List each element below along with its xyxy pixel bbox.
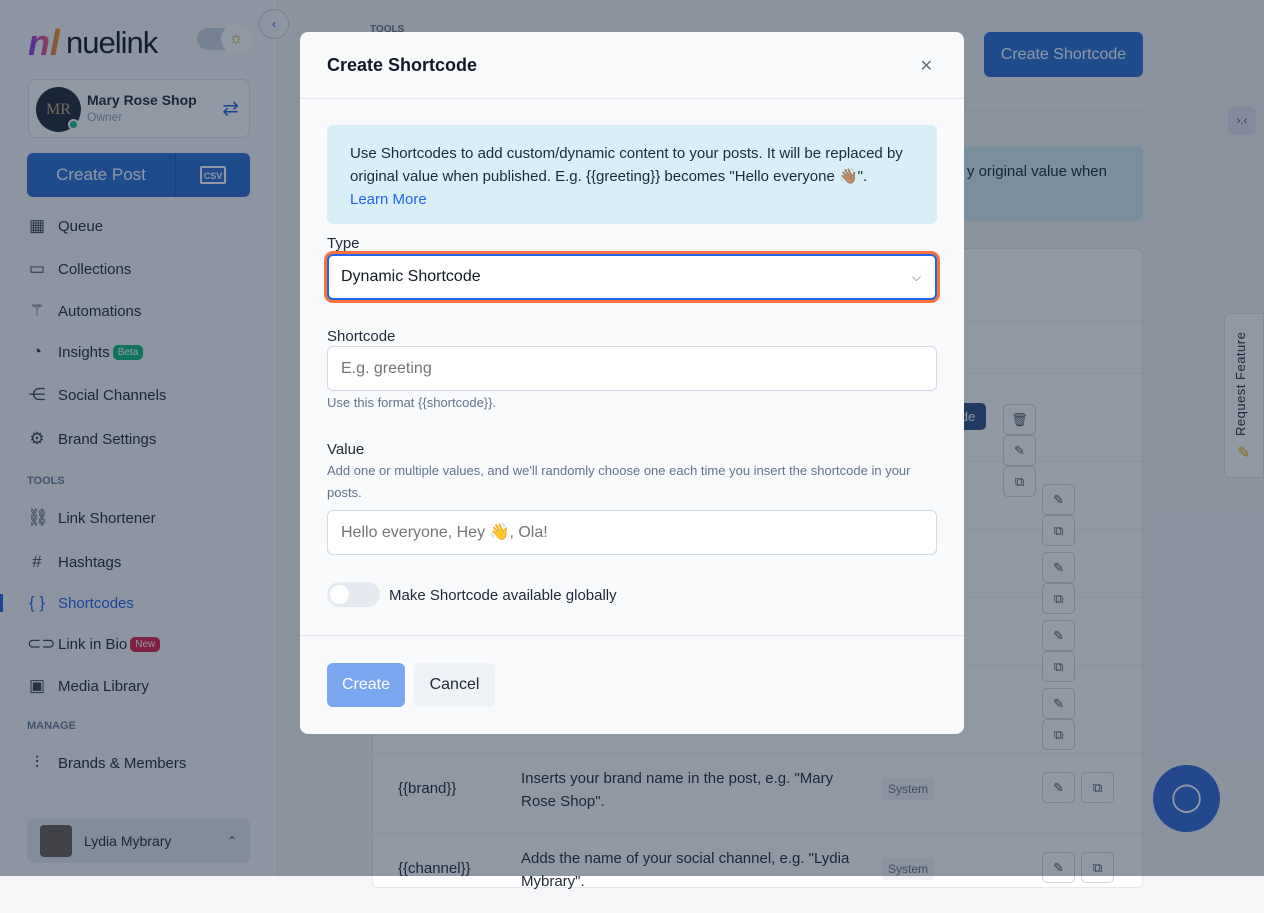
divider: [300, 635, 964, 636]
value-label: Value: [327, 441, 365, 458]
modal-info-banner: Use Shortcodes to add custom/dynamic con…: [327, 125, 937, 224]
close-icon[interactable]: ✕: [920, 56, 933, 76]
shortcode-hint: Use this format {{shortcode}}.: [327, 395, 497, 410]
global-toggle-label: Make Shortcode available globally: [389, 587, 617, 604]
divider: [300, 98, 964, 99]
create-shortcode-modal: Create Shortcode ✕ Use Shortcodes to add…: [300, 32, 964, 734]
shortcode-label: Shortcode: [327, 328, 396, 345]
cancel-button[interactable]: Cancel: [414, 663, 495, 707]
global-toggle[interactable]: [327, 582, 380, 607]
create-button[interactable]: Create: [327, 663, 405, 707]
shortcode-input[interactable]: [327, 346, 937, 391]
value-hint: Add one or multiple values, and we'll ra…: [327, 463, 911, 500]
modal-title: Create Shortcode: [327, 55, 478, 75]
chevron-down-icon: ⌵: [911, 270, 921, 284]
learn-more-link[interactable]: Learn More: [350, 191, 427, 208]
value-input[interactable]: [327, 510, 937, 555]
type-label: Type: [327, 235, 360, 252]
type-select[interactable]: Dynamic Shortcode ⌵: [327, 254, 937, 300]
